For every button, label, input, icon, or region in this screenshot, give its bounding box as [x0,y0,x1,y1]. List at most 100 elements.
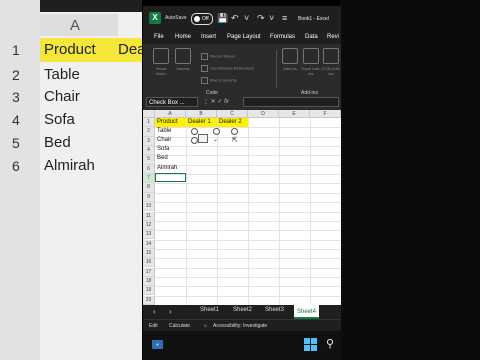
tab-review[interactable]: Revi [327,34,339,40]
sheet-tab-active[interactable]: Sheet4 [294,305,320,319]
cell-a3[interactable]: Chair [157,136,171,145]
formula-controls: ⋮ ✕ ✓ fx [203,99,229,105]
bg-row-label: Chair [44,88,80,105]
add-ins-label: Add-ins [283,66,297,71]
row-header[interactable]: 17 [143,267,155,277]
cell-a6[interactable]: Almirah [157,164,177,173]
name-box[interactable]: Check Box ... [146,97,198,107]
row-header[interactable]: 14 [143,239,155,249]
cell-c1[interactable]: Dealer 2 [219,118,242,127]
cell-a1[interactable]: Product [157,118,178,127]
gridline-vertical [310,118,311,305]
add-ins-button[interactable]: Add-ins [280,48,300,71]
row-header[interactable]: 19 [143,286,155,296]
cell-a2[interactable]: Table [157,127,171,136]
bg-row-num: 5 [12,135,20,151]
search-icon[interactable]: ⚲ [326,337,334,350]
tab-prev-icon[interactable]: ‹ [153,307,156,316]
bg-product: Product [44,41,96,58]
row-header[interactable]: 12 [143,220,155,231]
autosave-toggle[interactable]: Off [191,13,213,25]
tab-insert[interactable]: Insert [201,34,216,40]
accessibility-icon: ☼ [203,323,208,329]
sheet-tab[interactable]: Sheet3 [265,307,284,313]
widget-icon[interactable]: ☀ [152,340,163,349]
tab-data[interactable]: Data [305,34,318,40]
macro-security-label: Macro Security [210,77,237,83]
macros-label: Macros [176,66,190,71]
bg-right-dark [340,0,480,360]
undo-icon[interactable]: ↶ [231,13,239,24]
title-bar: X AutoSave Off 💾 ↶ ˅ ↷ ˅ ≡ Book1 - Excel [143,6,341,30]
select-all-corner[interactable] [143,110,155,118]
checkbox-control[interactable]: ⌄ [213,136,218,143]
column-header[interactable]: B [186,110,217,118]
row-header[interactable]: 5 [143,155,155,165]
add-ins-icon [282,48,298,64]
tab-formulas[interactable]: Formulas [270,34,295,40]
selected-cell[interactable] [155,173,186,182]
visual-basic-button[interactable]: Visual Basic [151,48,171,76]
cell-a4[interactable]: Sofa [157,145,169,154]
sheet-tab[interactable]: Sheet2 [233,307,252,313]
checkbox-control[interactable] [191,128,198,135]
column-header[interactable]: C [217,110,248,118]
row-header[interactable]: 15 [143,248,155,259]
bg-row-label: Almirah [44,157,95,174]
row-header[interactable]: 11 [143,211,155,221]
fx-icon[interactable]: fx [224,99,229,105]
macros-icon [175,48,191,64]
toggle-state: Off [202,16,209,22]
row-header[interactable]: 10 [143,202,155,212]
redo-icon[interactable]: ↷ [257,13,265,24]
checkbox-control[interactable] [191,137,198,144]
column-header[interactable]: E [279,110,310,118]
tab-next-icon[interactable]: › [169,307,172,316]
row-header[interactable]: 6 [143,164,155,174]
dropdown-icon[interactable]: ˅ [269,13,274,23]
checkbox-control[interactable] [213,128,220,135]
row-header[interactable]: 3 [143,136,155,146]
row-header[interactable]: 13 [143,230,155,240]
macro-security-button[interactable]: Macro Security [201,77,237,84]
column-header[interactable]: F [310,110,341,118]
cell-a5[interactable]: Bed [157,154,168,163]
save-icon[interactable]: 💾 [217,13,228,24]
cell-b1[interactable]: Dealer 1 [188,118,211,127]
dropdown-icon[interactable]: ˅ [244,13,249,23]
gridline-vertical [248,118,249,305]
row-header[interactable]: 16 [143,258,155,268]
row-header[interactable]: 7 [143,174,155,184]
column-header[interactable]: A [155,110,186,118]
customize-icon[interactable]: ≡ [282,13,287,23]
row-header[interactable]: 18 [143,276,155,287]
row-header[interactable]: 1 [143,118,155,128]
com-add-ins-label: COM Add-ins [321,66,341,76]
row-header[interactable]: 2 [143,127,155,137]
checkbox-preview[interactable] [198,134,208,143]
bg-row-label: Sofa [44,111,75,128]
row-header[interactable]: 9 [143,192,155,202]
ribbon-tabs: File Home Insert Page Layout Formulas Da… [143,31,341,44]
formula-input[interactable] [243,97,339,107]
column-header[interactable]: D [248,110,279,118]
record-macro-label: Record Macro [210,53,236,59]
tab-page-layout[interactable]: Page Layout [227,34,261,40]
status-calculate[interactable]: Calculate [169,323,190,329]
record-macro-button[interactable]: Record Macro [201,53,235,60]
row-header[interactable]: 8 [143,183,155,193]
worksheet-grid[interactable]: A B C D E F 1 2 3 4 5 6 7 8 9 10 11 12 13 14 15 16 17 18 1… [143,110,341,306]
status-accessibility[interactable]: Accessibility: Investigate [213,323,267,329]
windows-start-icon[interactable] [304,338,318,352]
checkbox-control[interactable] [231,128,238,135]
macros-button[interactable]: Macros [173,48,193,71]
com-add-ins-button[interactable]: COM Add-ins [321,48,341,76]
relative-references-button[interactable]: Use Relative References [201,65,254,72]
tab-home[interactable]: Home [175,34,191,40]
com-add-ins-icon [323,48,339,64]
row-header[interactable]: 4 [143,146,155,156]
tab-file[interactable]: File [154,34,164,40]
sheet-tab[interactable]: Sheet1 [200,307,219,313]
row-header[interactable]: 20 [143,295,155,305]
excel-add-ins-button[interactable]: Excel Add-ins [301,48,321,76]
